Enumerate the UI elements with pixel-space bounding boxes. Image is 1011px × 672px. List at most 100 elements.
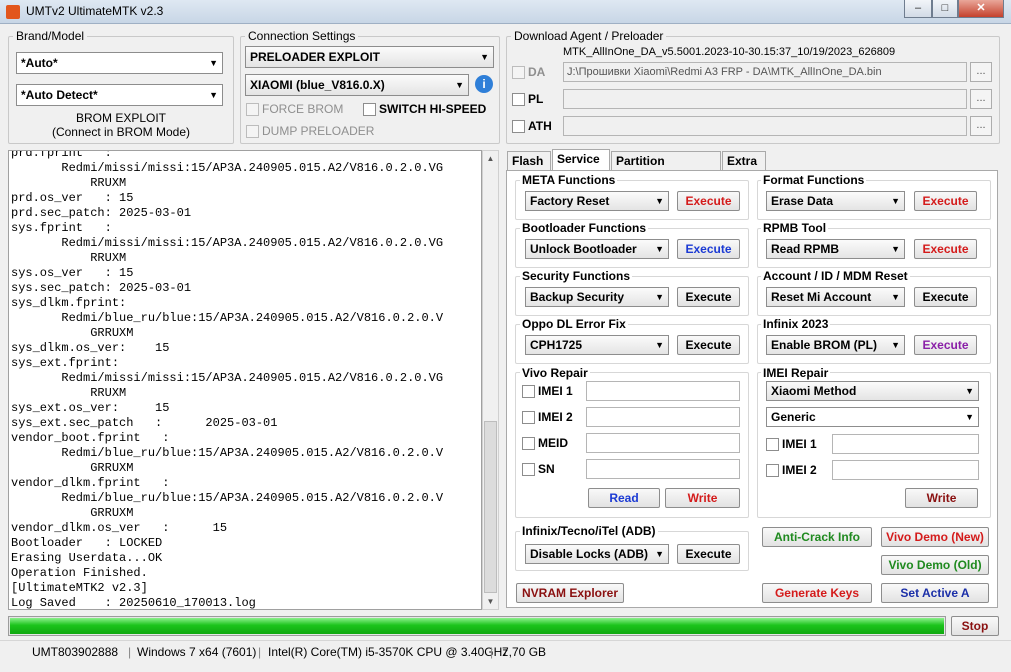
log-line: [UltimateMTK2 v2.3] (11, 581, 148, 595)
dump-preloader-checkbox[interactable] (246, 125, 259, 138)
da-checkbox[interactable] (512, 66, 525, 79)
chevron-down-icon: ▼ (209, 58, 218, 68)
imei-repair-imei1-checkbox[interactable] (766, 438, 779, 451)
anti-crack-info-button[interactable]: Anti-Crack Info (762, 527, 872, 547)
vivo-demo-new-button[interactable]: Vivo Demo (New) (881, 527, 989, 547)
imei-repair-imei1-field[interactable] (832, 434, 979, 454)
meta-function-dropdown[interactable]: Factory Reset ▼ (525, 191, 669, 211)
imei-repair-imei2-field[interactable] (832, 460, 979, 480)
rpmb-dropdown[interactable]: Read RPMB ▼ (766, 239, 905, 259)
chevron-down-icon: ▼ (655, 292, 664, 302)
security-execute-button[interactable]: Execute (677, 287, 740, 307)
account-reset-dropdown[interactable]: Reset Mi Account ▼ (766, 287, 905, 307)
infinix-2023-execute-button[interactable]: Execute (914, 335, 977, 355)
log-output[interactable]: prd.fprint : Redmi/missi/missi:15/AP3A.2… (8, 150, 482, 610)
vivo-read-button[interactable]: Read (588, 488, 660, 508)
pl-browse-button[interactable]: ... (970, 89, 992, 109)
oppo-execute-button[interactable]: Execute (677, 335, 740, 355)
device-dropdown[interactable]: XIAOMI (blue_V816.0.X) ▼ (245, 74, 469, 96)
chevron-down-icon: ▼ (891, 244, 900, 254)
brand-dropdown[interactable]: *Auto* ▼ (16, 52, 223, 74)
ath-checkbox[interactable] (512, 120, 525, 133)
vivo-meid-label: MEID (538, 436, 568, 450)
imei-repair-imei1-label: IMEI 1 (782, 437, 817, 451)
rpmb-execute-button[interactable]: Execute (914, 239, 977, 259)
chevron-down-icon: ▼ (891, 340, 900, 350)
chevron-down-icon: ▼ (891, 196, 900, 206)
chevron-down-icon: ▼ (891, 292, 900, 302)
scroll-up-icon[interactable]: ▲ (483, 151, 498, 166)
ath-path-field[interactable] (563, 116, 967, 136)
app-icon (6, 5, 20, 19)
infinix-adb-dropdown[interactable]: Disable Locks (ADB) ▼ (525, 544, 669, 564)
da-path-field[interactable]: J:\Прошивки Xiaomi\Redmi A3 FRP - DA\MTK… (563, 62, 967, 82)
model-dropdown[interactable]: *Auto Detect* ▼ (16, 84, 223, 106)
info-icon[interactable]: i (475, 75, 493, 93)
stop-button[interactable]: Stop (951, 616, 999, 636)
brom-exploit-title: BROM EXPLOIT (75, 111, 167, 125)
ath-browse-button[interactable]: ... (970, 116, 992, 136)
meta-execute-button[interactable]: Execute (677, 191, 740, 211)
imei-method-dropdown[interactable]: Xiaomi Method ▼ (766, 381, 979, 401)
nvram-explorer-button[interactable]: NVRAM Explorer (516, 583, 624, 603)
format-function-dropdown[interactable]: Erase Data ▼ (766, 191, 905, 211)
rpmb-tool-title: RPMB Tool (761, 221, 829, 235)
oppo-model-dropdown[interactable]: CPH1725 ▼ (525, 335, 669, 355)
force-brom-checkbox[interactable] (246, 103, 259, 116)
minimize-button[interactable]: – (904, 0, 932, 18)
log-line: Redmi/missi/missi:15/AP3A.240905.015.A2/… (11, 161, 444, 175)
scroll-down-icon[interactable]: ▼ (483, 594, 498, 609)
da-label: DA (528, 65, 546, 79)
format-execute-button[interactable]: Execute (914, 191, 977, 211)
account-execute-button[interactable]: Execute (914, 287, 977, 307)
close-button[interactable]: ✕ (958, 0, 1004, 18)
vivo-write-button[interactable]: Write (665, 488, 740, 508)
generate-keys-button[interactable]: Generate Keys (762, 583, 872, 603)
imei-repair-imei2-checkbox[interactable] (766, 464, 779, 477)
infinix-2023-dropdown[interactable]: Enable BROM (PL) ▼ (766, 335, 905, 355)
da-browse-button[interactable]: ... (970, 62, 992, 82)
tab-service[interactable]: Service (552, 149, 610, 171)
vivo-demo-old-button[interactable]: Vivo Demo (Old) (881, 555, 989, 575)
vivo-imei1-checkbox[interactable] (522, 385, 535, 398)
dump-preloader-label: DUMP PRELOADER (262, 124, 375, 138)
bootloader-functions-title: Bootloader Functions (520, 221, 648, 235)
vivo-meid-field[interactable] (586, 433, 740, 453)
tab-extra[interactable]: Extra (722, 151, 766, 171)
chevron-down-icon: ▼ (209, 90, 218, 100)
log-line: Redmi/blue_ru/blue:15/AP3A.240905.015.A2… (11, 446, 444, 460)
bootloader-execute-button[interactable]: Execute (677, 239, 740, 259)
maximize-button[interactable]: □ (932, 0, 958, 18)
scroll-thumb[interactable] (484, 421, 497, 593)
pl-path-field[interactable] (563, 89, 967, 109)
log-scrollbar[interactable]: ▲ ▼ (482, 150, 499, 610)
pl-label: PL (528, 92, 544, 106)
vivo-imei2-checkbox[interactable] (522, 411, 535, 424)
set-active-a-button[interactable]: Set Active A (881, 583, 989, 603)
imei-repair-imei2-label: IMEI 2 (782, 463, 817, 477)
bootloader-function-dropdown[interactable]: Unlock Bootloader ▼ (525, 239, 669, 259)
status-separator: | (258, 645, 262, 659)
infinix-adb-execute-button[interactable]: Execute (677, 544, 740, 564)
switch-highspeed-checkbox[interactable] (363, 103, 376, 116)
connection-mode-dropdown[interactable]: PRELOADER EXPLOIT ▼ (245, 46, 494, 68)
tab-partition-manager[interactable]: Partition Manager (611, 151, 721, 186)
status-separator: | (128, 645, 132, 659)
pl-checkbox[interactable] (512, 93, 525, 106)
vivo-sn-label: SN (538, 462, 555, 476)
chevron-down-icon: ▼ (455, 80, 464, 90)
vivo-imei1-field[interactable] (586, 381, 740, 401)
imei-type-dropdown[interactable]: Generic ▼ (766, 407, 979, 427)
vivo-sn-field[interactable] (586, 459, 740, 479)
log-line: Redmi/missi/missi:15/AP3A.240905.015.A2/… (11, 371, 444, 385)
imei-repair-write-button[interactable]: Write (905, 488, 978, 508)
tab-flash[interactable]: Flash (507, 151, 551, 171)
log-line: Redmi/blue_ru/blue:15/AP3A.240905.015.A2… (11, 311, 444, 325)
vivo-meid-checkbox[interactable] (522, 437, 535, 450)
log-line: sys.sec_patch: 2025-03-01 (11, 281, 192, 295)
chevron-down-icon: ▼ (655, 340, 664, 350)
security-function-dropdown[interactable]: Backup Security ▼ (525, 287, 669, 307)
vivo-imei2-field[interactable] (586, 407, 740, 427)
vivo-sn-checkbox[interactable] (522, 463, 535, 476)
status-bar: UMT803902888 | Windows 7 x64 (7601) | In… (0, 640, 1011, 666)
